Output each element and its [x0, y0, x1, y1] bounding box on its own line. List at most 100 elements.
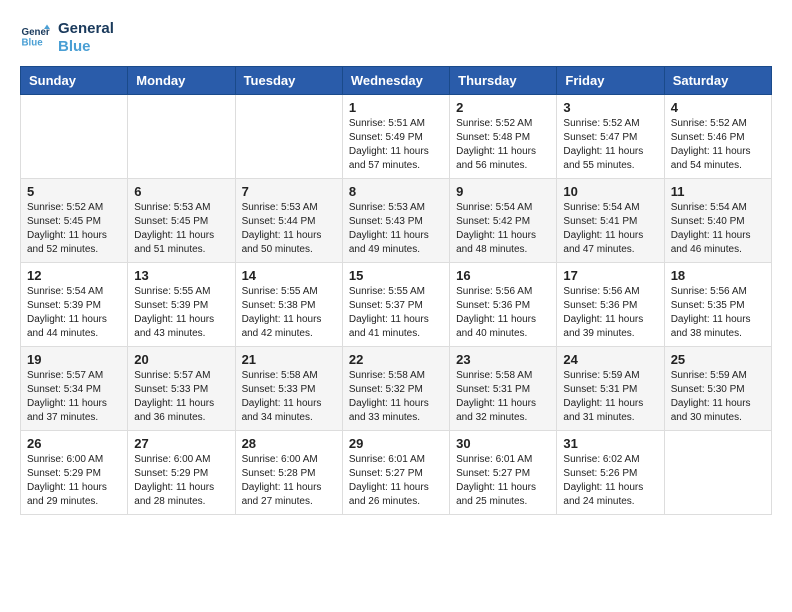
day-number: 11 [671, 184, 765, 199]
day-info: Sunrise: 6:02 AM Sunset: 5:26 PM Dayligh… [563, 453, 657, 509]
calendar-cell: 7 Sunrise: 5:53 AM Sunset: 5:44 PM Daylig… [235, 179, 342, 263]
calendar-cell [128, 95, 235, 179]
day-number: 23 [456, 352, 550, 367]
day-info: Sunrise: 5:55 AM Sunset: 5:37 PM Dayligh… [349, 285, 443, 341]
day-info: Sunrise: 6:00 AM Sunset: 5:29 PM Dayligh… [27, 453, 121, 509]
calendar-cell: 28Sunrise: 6:00 AM Sunset: 5:28 PM Dayli… [235, 431, 342, 515]
day-info: Sunrise: 5:58 AM Sunset: 5:32 PM Dayligh… [349, 369, 443, 425]
day-info: Sunrise: 5:59 AM Sunset: 5:30 PM Dayligh… [671, 369, 765, 425]
day-number: 20 [134, 352, 228, 367]
calendar-cell: 2Sunrise: 5:52 AM Sunset: 5:48 PM Daylig… [450, 95, 557, 179]
day-of-week-header: Tuesday [235, 67, 342, 95]
day-info: Sunrise: 5:51 AM Sunset: 5:49 PM Dayligh… [349, 117, 443, 173]
day-number: 3 [563, 100, 657, 115]
day-number: 25 [671, 352, 765, 367]
day-number: 21 [242, 352, 336, 367]
day-number: 29 [349, 436, 443, 451]
calendar-cell: 4 Sunrise: 5:52 AM Sunset: 5:46 PM Daylig… [664, 95, 771, 179]
day-number: 6 [134, 184, 228, 199]
calendar-header-row: SundayMondayTuesdayWednesdayThursdayFrid… [21, 67, 772, 95]
day-number: 8 [349, 184, 443, 199]
calendar-cell: 8 Sunrise: 5:53 AM Sunset: 5:43 PM Daylig… [342, 179, 449, 263]
calendar-table: SundayMondayTuesdayWednesdayThursdayFrid… [20, 66, 772, 515]
day-info: Sunrise: 5:53 AM Sunset: 5:44 PM Dayligh… [242, 201, 336, 257]
day-number: 4 [671, 100, 765, 115]
calendar-cell [21, 95, 128, 179]
calendar-cell [235, 95, 342, 179]
day-number: 30 [456, 436, 550, 451]
calendar-week-row: 26 Sunrise: 6:00 AM Sunset: 5:29 PM Dayli… [21, 431, 772, 515]
day-info: Sunrise: 5:52 AM Sunset: 5:46 PM Dayligh… [671, 117, 765, 173]
day-number: 9 [456, 184, 550, 199]
calendar-cell: 17 Sunrise: 5:56 AM Sunset: 5:36 PM Dayli… [557, 263, 664, 347]
svg-text:Blue: Blue [22, 38, 44, 49]
calendar-cell: 10 Sunrise: 5:54 AM Sunset: 5:41 PM Dayli… [557, 179, 664, 263]
day-number: 17 [563, 268, 657, 283]
calendar-cell: 9 Sunrise: 5:54 AM Sunset: 5:42 PM Daylig… [450, 179, 557, 263]
calendar-cell: 22 Sunrise: 5:58 AM Sunset: 5:32 PM Dayli… [342, 347, 449, 431]
day-info: Sunrise: 5:54 AM Sunset: 5:41 PM Dayligh… [563, 201, 657, 257]
day-number: 10 [563, 184, 657, 199]
calendar-cell: 19 Sunrise: 5:57 AM Sunset: 5:34 PM Dayli… [21, 347, 128, 431]
calendar-cell: 21 Sunrise: 5:58 AM Sunset: 5:33 PM Dayli… [235, 347, 342, 431]
day-number: 31 [563, 436, 657, 451]
day-number: 24 [563, 352, 657, 367]
day-info: Sunrise: 5:56 AM Sunset: 5:36 PM Dayligh… [563, 285, 657, 341]
day-info: Sunrise: 6:01 AM Sunset: 5:27 PM Dayligh… [349, 453, 443, 509]
day-info: Sunrise: 5:58 AM Sunset: 5:31 PM Dayligh… [456, 369, 550, 425]
calendar-cell: 31 Sunrise: 6:02 AM Sunset: 5:26 PM Dayli… [557, 431, 664, 515]
day-info: Sunrise: 6:00 AM Sunset: 5:29 PM Dayligh… [134, 453, 228, 509]
day-info: Sunrise: 5:57 AM Sunset: 5:34 PM Dayligh… [27, 369, 121, 425]
logo-icon: General Blue [20, 23, 50, 53]
day-of-week-header: Monday [128, 67, 235, 95]
calendar-cell: 12 Sunrise: 5:54 AM Sunset: 5:39 PM Dayli… [21, 263, 128, 347]
day-info: Sunrise: 5:58 AM Sunset: 5:33 PM Dayligh… [242, 369, 336, 425]
logo: General Blue General Blue [20, 20, 114, 56]
day-of-week-header: Saturday [664, 67, 771, 95]
day-info: Sunrise: 5:55 AM Sunset: 5:39 PM Dayligh… [134, 285, 228, 341]
day-number: 26 [27, 436, 121, 451]
day-number: 2 [456, 100, 550, 115]
day-number: 7 [242, 184, 336, 199]
day-number: 12 [27, 268, 121, 283]
day-info: Sunrise: 5:57 AM Sunset: 5:33 PM Dayligh… [134, 369, 228, 425]
calendar-cell: 1 Sunrise: 5:51 AM Sunset: 5:49 PM Daylig… [342, 95, 449, 179]
day-info: Sunrise: 5:56 AM Sunset: 5:35 PM Dayligh… [671, 285, 765, 341]
day-info: Sunrise: 5:53 AM Sunset: 5:45 PM Dayligh… [134, 201, 228, 257]
day-number: 28 [242, 436, 336, 451]
calendar-cell: 27Sunrise: 6:00 AM Sunset: 5:29 PM Dayli… [128, 431, 235, 515]
day-number: 19 [27, 352, 121, 367]
calendar-cell: 29 Sunrise: 6:01 AM Sunset: 5:27 PM Dayli… [342, 431, 449, 515]
day-number: 1 [349, 100, 443, 115]
calendar-cell: 25 Sunrise: 5:59 AM Sunset: 5:30 PM Dayli… [664, 347, 771, 431]
calendar-cell: 14Sunrise: 5:55 AM Sunset: 5:38 PM Dayli… [235, 263, 342, 347]
day-of-week-header: Sunday [21, 67, 128, 95]
day-of-week-header: Friday [557, 67, 664, 95]
day-info: Sunrise: 5:52 AM Sunset: 5:45 PM Dayligh… [27, 201, 121, 257]
day-info: Sunrise: 6:01 AM Sunset: 5:27 PM Dayligh… [456, 453, 550, 509]
day-info: Sunrise: 5:54 AM Sunset: 5:42 PM Dayligh… [456, 201, 550, 257]
day-info: Sunrise: 5:56 AM Sunset: 5:36 PM Dayligh… [456, 285, 550, 341]
day-info: Sunrise: 5:54 AM Sunset: 5:40 PM Dayligh… [671, 201, 765, 257]
calendar-week-row: 5Sunrise: 5:52 AM Sunset: 5:45 PM Daylig… [21, 179, 772, 263]
day-info: Sunrise: 5:59 AM Sunset: 5:31 PM Dayligh… [563, 369, 657, 425]
calendar-cell: 30 Sunrise: 6:01 AM Sunset: 5:27 PM Dayli… [450, 431, 557, 515]
calendar-cell: 13Sunrise: 5:55 AM Sunset: 5:39 PM Dayli… [128, 263, 235, 347]
calendar-cell: 23 Sunrise: 5:58 AM Sunset: 5:31 PM Dayli… [450, 347, 557, 431]
day-of-week-header: Thursday [450, 67, 557, 95]
calendar-cell: 6 Sunrise: 5:53 AM Sunset: 5:45 PM Daylig… [128, 179, 235, 263]
calendar-week-row: 1 Sunrise: 5:51 AM Sunset: 5:49 PM Daylig… [21, 95, 772, 179]
day-info: Sunrise: 5:52 AM Sunset: 5:47 PM Dayligh… [563, 117, 657, 173]
calendar-page: General Blue General Blue SundayMondayTu… [0, 0, 792, 525]
day-info: Sunrise: 5:54 AM Sunset: 5:39 PM Dayligh… [27, 285, 121, 341]
day-number: 22 [349, 352, 443, 367]
calendar-week-row: 19 Sunrise: 5:57 AM Sunset: 5:34 PM Dayli… [21, 347, 772, 431]
calendar-cell: 20 Sunrise: 5:57 AM Sunset: 5:33 PM Dayli… [128, 347, 235, 431]
header: General Blue General Blue [20, 20, 772, 56]
calendar-cell: 3 Sunrise: 5:52 AM Sunset: 5:47 PM Daylig… [557, 95, 664, 179]
day-number: 14 [242, 268, 336, 283]
day-number: 15 [349, 268, 443, 283]
day-info: Sunrise: 5:53 AM Sunset: 5:43 PM Dayligh… [349, 201, 443, 257]
day-number: 16 [456, 268, 550, 283]
day-of-week-header: Wednesday [342, 67, 449, 95]
